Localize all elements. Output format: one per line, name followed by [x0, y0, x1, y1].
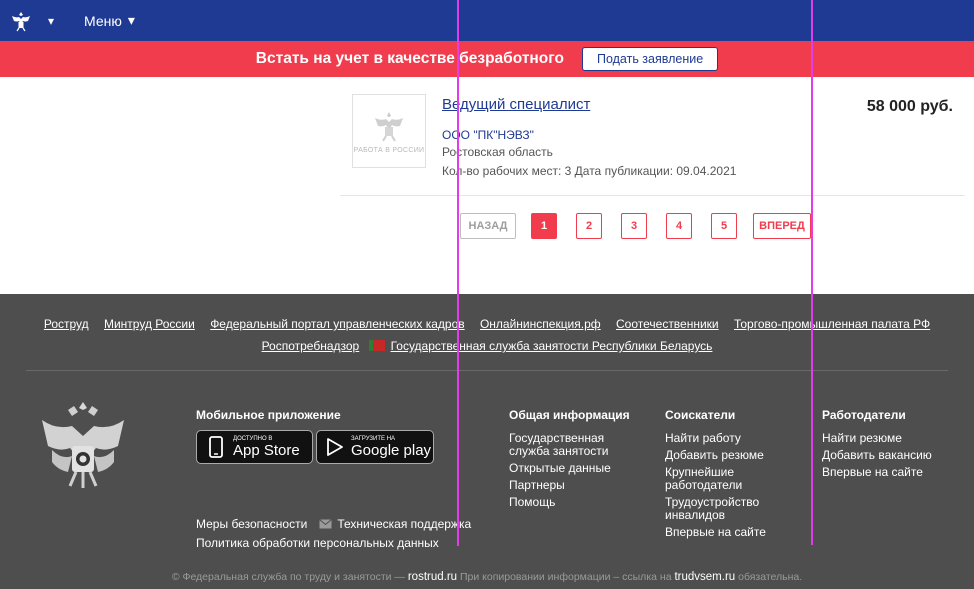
footer-col-seekers: Соискатели Найти работу Добавить резюме …	[665, 408, 785, 543]
copyright-pre: © Федеральная служба по труду и занятост…	[171, 571, 405, 583]
logo-caption: РАБОТА В РОССИИ	[353, 146, 425, 154]
job-card: РАБОТА В РОССИИ Ведущий специалист ООО "…	[340, 86, 965, 196]
link-disabled-employment[interactable]: Трудоустройство инвалидов	[665, 496, 785, 522]
envelope-icon	[319, 519, 333, 529]
external-links: Роструд Минтруд России Федеральный порта…	[0, 313, 974, 357]
job-title-link[interactable]: Ведущий специалист	[442, 96, 590, 113]
google-big-text: Google play	[351, 441, 432, 459]
link-add-vacancy[interactable]: Добавить вакансию	[822, 449, 952, 462]
job-salary: 58 000 руб.	[866, 98, 953, 115]
emblem-placeholder-icon	[375, 111, 403, 142]
link-employment-service[interactable]: Государственная служба занятости	[509, 432, 639, 458]
link-rospotrebnadzor[interactable]: Роспотребнадзор	[262, 339, 360, 353]
security-link[interactable]: Меры безопасности	[196, 517, 307, 531]
page-3-button[interactable]: 3	[621, 213, 647, 239]
play-icon	[327, 438, 343, 456]
emblem-icon[interactable]	[10, 10, 32, 32]
privacy-policy-link[interactable]: Политика обработки персональных данных	[196, 536, 439, 550]
menu-chevron-down-icon: ▾	[127, 12, 135, 28]
link-help[interactable]: Помощь	[509, 496, 639, 509]
vertical-guide-line	[811, 0, 813, 545]
belarus-flag-icon	[368, 340, 385, 351]
unemployment-banner: Встать на учет в качестве безработного П…	[0, 41, 974, 77]
tech-support-link[interactable]: Техническая поддержка	[319, 517, 471, 531]
copyright: © Федеральная служба по труду и занятост…	[0, 571, 974, 583]
menu-dropdown[interactable]: Меню ▾	[84, 12, 135, 29]
coat-of-arms-icon	[42, 402, 124, 488]
link-open-data[interactable]: Открытые данные	[509, 462, 639, 475]
link-largest-employers[interactable]: Крупнейшие работодатели	[665, 466, 785, 492]
job-meta: Кол-во рабочих мест: 3 Дата публикации: …	[442, 164, 737, 178]
page-4-button[interactable]: 4	[666, 213, 692, 239]
rostrud-site-link[interactable]: rostrud.ru	[408, 571, 457, 583]
prev-page-button[interactable]: НАЗАД	[460, 213, 516, 239]
page-2-button[interactable]: 2	[576, 213, 602, 239]
app-store-badge[interactable]: Доступно в App Store	[196, 430, 313, 464]
copyright-post: обязательна.	[738, 571, 803, 583]
link-add-resume[interactable]: Добавить резюме	[665, 449, 785, 462]
footer: Роструд Минтруд России Федеральный порта…	[0, 294, 974, 589]
page-1-button[interactable]: 1	[531, 213, 557, 239]
pagination: НАЗАД 1 2 3 4 5 ВПЕРЕД	[460, 213, 811, 239]
trudvsem-site-link[interactable]: trudvsem.ru	[674, 571, 735, 583]
banner-text: Встать на учет в качестве безработного	[255, 50, 564, 67]
tech-support-label: Техническая поддержка	[337, 517, 472, 531]
col-seekers-title: Соискатели	[665, 408, 736, 422]
link-rostrud[interactable]: Роструд	[44, 317, 89, 331]
menu-label: Меню	[84, 12, 122, 29]
footer-col-general: Общая информация Государственная служба …	[509, 408, 639, 513]
next-page-button[interactable]: ВПЕРЕД	[753, 213, 811, 239]
phone-icon	[209, 436, 223, 458]
link-chamber-of-commerce[interactable]: Торгово-промышленная палата РФ	[734, 317, 930, 331]
link-find-job[interactable]: Найти работу	[665, 432, 785, 445]
company-name[interactable]: ООО "ПК"НЭВЗ"	[442, 128, 534, 142]
link-compatriots[interactable]: Соотечественники	[616, 317, 719, 331]
security-support-row: Меры безопасности Техническая поддержка	[196, 517, 471, 531]
copyright-mid: При копировании информации – ссылка на	[459, 571, 672, 583]
col-general-title: Общая информация	[509, 408, 630, 422]
link-onlineinspection[interactable]: Онлайнинспекция.рф	[480, 317, 601, 331]
top-navbar: ▾ Меню ▾	[0, 0, 974, 41]
submit-application-button[interactable]: Подать заявление	[581, 47, 719, 71]
link-partners[interactable]: Партнеры	[509, 479, 639, 492]
google-play-badge[interactable]: ЗАГРУЗИТЕ НА Google play	[316, 430, 434, 464]
link-find-resume[interactable]: Найти резюме	[822, 432, 952, 445]
col-employers-title: Работодатели	[822, 408, 906, 422]
page-5-button[interactable]: 5	[711, 213, 737, 239]
link-employers-first-time[interactable]: Впервые на сайте	[822, 466, 952, 479]
link-seekers-first-time[interactable]: Впервые на сайте	[665, 526, 785, 539]
footer-col-employers: Работодатели Найти резюме Добавить вакан…	[822, 408, 952, 483]
employer-logo[interactable]: РАБОТА В РОССИИ	[352, 94, 426, 168]
vertical-guide-line	[457, 0, 459, 546]
emblem-chevron-down-icon[interactable]: ▾	[48, 14, 54, 28]
link-belarus-employment[interactable]: Государственная служба занятости Республ…	[391, 339, 713, 353]
link-mintrud[interactable]: Минтруд России	[104, 317, 195, 331]
appstore-big-text: App Store	[233, 441, 300, 459]
mobile-app-title: Мобильное приложение	[196, 408, 341, 422]
link-federal-portal[interactable]: Федеральный портал управленческих кадров	[210, 317, 464, 331]
footer-divider	[26, 370, 948, 371]
